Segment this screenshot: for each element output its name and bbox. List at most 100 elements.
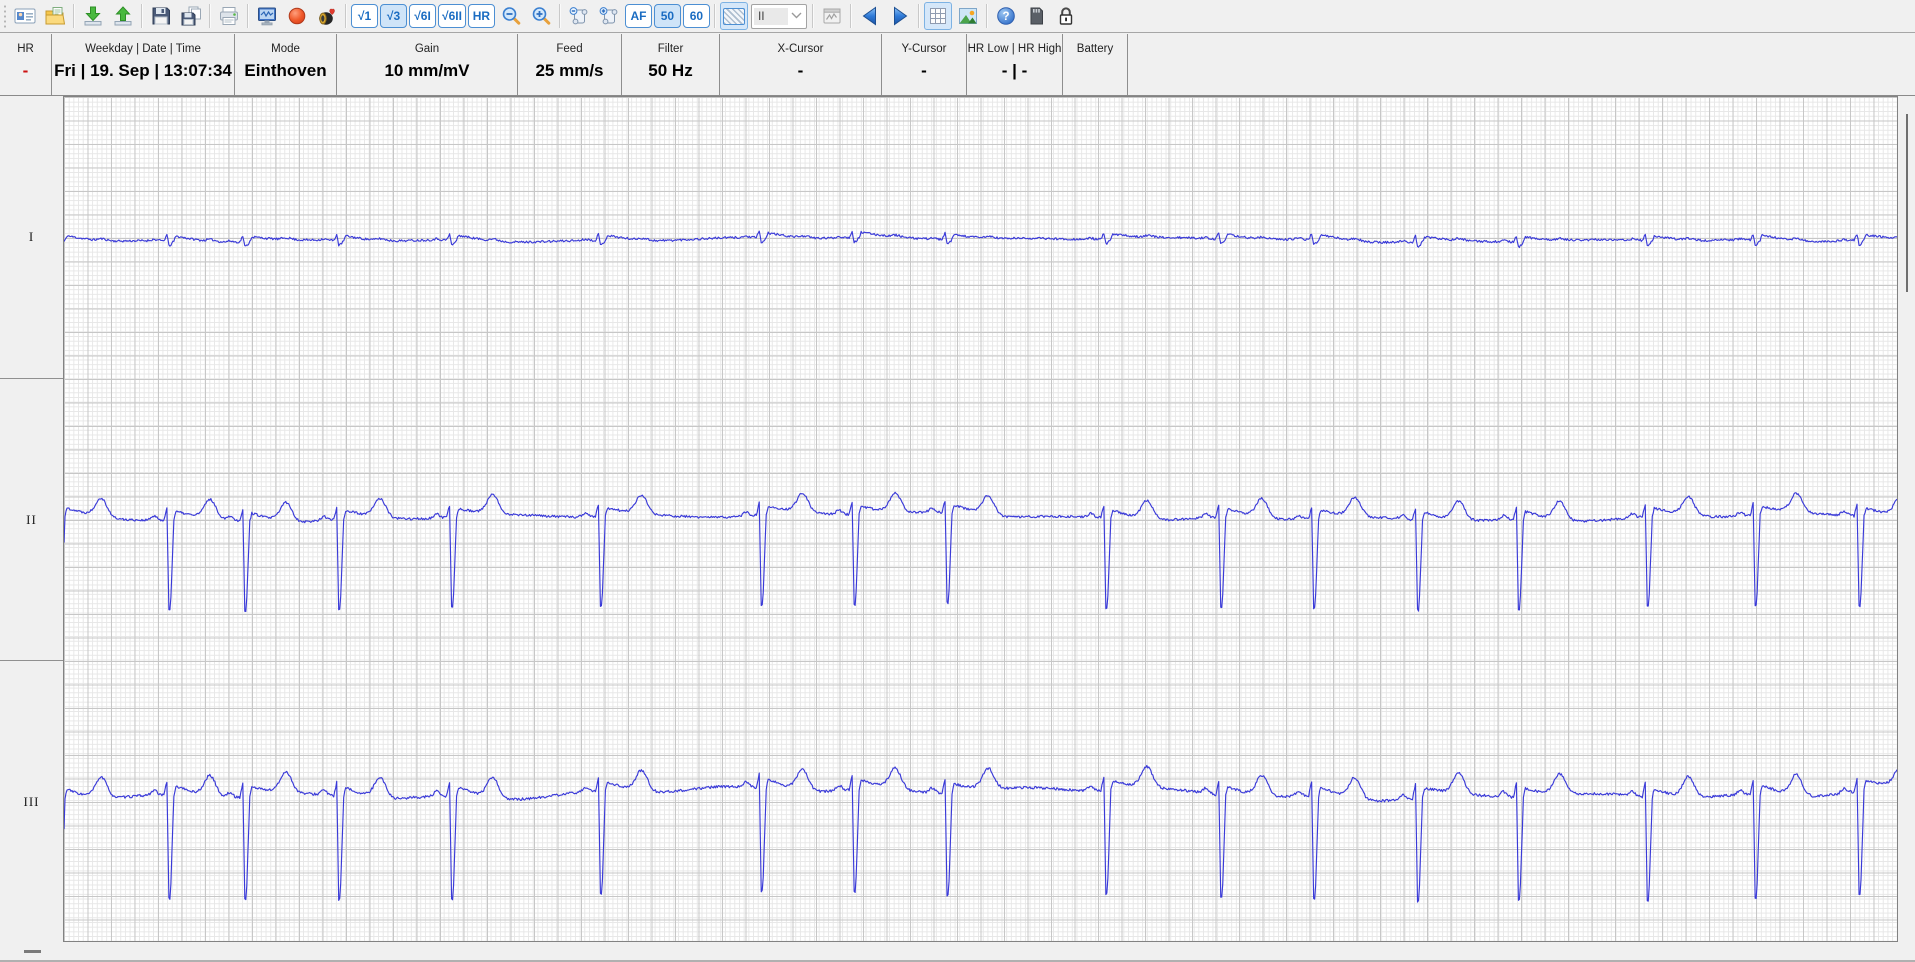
lead-row-2: II [0, 379, 63, 661]
field-feed-label: Feed [556, 43, 583, 55]
lock-button[interactable] [1052, 2, 1080, 30]
ecg-trace-lead-I [64, 230, 1897, 249]
image-icon [957, 5, 979, 27]
field-mode: Mode Einthoven [235, 34, 337, 95]
speaker-heart-icon [316, 5, 338, 27]
lead-label-3: III [23, 794, 40, 809]
field-datetime-value: Fri | 19. Sep | 13:07:34 [54, 61, 232, 80]
field-y-cursor: Y-Cursor - [882, 34, 967, 95]
field-y-cursor-label: Y-Cursor [901, 43, 947, 55]
hatch-pattern-icon [722, 7, 745, 25]
zoom-in-icon [530, 5, 552, 27]
field-hr-limits-label: HR Low | HR High [967, 43, 1062, 55]
record-button[interactable] [283, 2, 311, 30]
lead-view-6b-button[interactable]: √6II [438, 4, 466, 28]
page-forward-button[interactable] [886, 2, 914, 30]
field-y-cursor-value: - [921, 61, 927, 80]
open-file-button[interactable] [41, 2, 69, 30]
ecg-application-window: √1 √3 √6I √6II HR AF 50 60 II ? HR - Wee… [0, 0, 1915, 962]
field-x-cursor: X-Cursor - [720, 34, 882, 95]
field-battery-label: Battery [1076, 43, 1114, 55]
toolbar-separator [917, 4, 920, 28]
field-datetime-label: Weekday | Date | Time [85, 43, 201, 55]
sd-card-button[interactable] [1022, 2, 1050, 30]
monitor-waveform-icon [256, 5, 278, 27]
toolbar-separator [209, 4, 211, 28]
export-arrow-icon [112, 5, 134, 27]
scroll-plus-icon [598, 5, 620, 27]
horizontal-scrollbar[interactable] [0, 943, 1915, 962]
ecg-trace-lead-II [64, 491, 1897, 613]
af-filter-label: AF [630, 9, 647, 23]
field-hr-value: - [22, 61, 29, 80]
status-panel: HR - Weekday | Date | Time Fri | 19. Sep… [0, 34, 1915, 96]
lead-view-3-label: √3 [386, 9, 401, 23]
save-copy-button[interactable] [177, 2, 205, 30]
lead-view-6a-button[interactable]: √6I [409, 4, 436, 28]
toolbar-separator [345, 4, 347, 28]
toolbar-separator [247, 4, 249, 28]
lead-view-1-button[interactable]: √1 [351, 4, 378, 28]
filter-60hz-button[interactable]: 60 [682, 4, 710, 28]
field-filter-label: Filter [657, 43, 684, 55]
lead-view-6b-label: √6II [442, 9, 462, 23]
toolbar-grip[interactable] [3, 4, 7, 28]
scroll-minus-icon [568, 5, 590, 27]
help-icon: ? [995, 5, 1017, 27]
vertical-scrollbar[interactable] [1899, 96, 1915, 942]
filter-60hz-label: 60 [689, 9, 704, 23]
help-button[interactable]: ? [992, 2, 1020, 30]
hr-view-label: HR [472, 9, 491, 23]
display-settings-button[interactable] [253, 2, 281, 30]
field-feed-value: 25 mm/s [535, 61, 604, 80]
forward-arrow-icon [889, 5, 911, 27]
ecg-workspace: I II III [0, 96, 1915, 943]
lock-icon [1055, 5, 1077, 27]
report-window-icon [821, 5, 843, 27]
field-x-cursor-value: - [797, 61, 804, 80]
save-copy-icon [180, 5, 202, 27]
import-button[interactable] [79, 2, 107, 30]
patient-data-button[interactable] [11, 2, 39, 30]
print-button[interactable] [215, 2, 243, 30]
field-hr: HR - [0, 34, 52, 95]
hr-alarm-sound-button[interactable] [313, 2, 341, 30]
chevron-down-icon [788, 11, 806, 22]
feed-decrease-button[interactable] [565, 2, 593, 30]
lead-row-3: III [0, 661, 63, 943]
toolbar-separator [985, 4, 988, 28]
field-hr-limits: HR Low | HR High - | - [967, 34, 1063, 95]
field-hr-label: HR [17, 43, 34, 55]
toolbar-separator [713, 4, 716, 28]
lead-label-1: I [28, 229, 35, 244]
grid-icon [927, 5, 949, 27]
grid-toggle-button[interactable] [923, 2, 952, 30]
hr-view-button[interactable]: HR [467, 4, 495, 28]
page-back-button[interactable] [856, 2, 884, 30]
field-battery: Battery [1063, 34, 1128, 95]
filter-50hz-button[interactable]: 50 [653, 4, 681, 28]
export-button[interactable] [109, 2, 137, 30]
zoom-in-button[interactable] [527, 2, 555, 30]
field-x-cursor-label: X-Cursor [777, 43, 824, 55]
zoom-out-button[interactable] [497, 2, 525, 30]
report-window-button[interactable] [818, 2, 846, 30]
lead-selector-dropdown[interactable]: II [750, 3, 807, 29]
vertical-scrollbar-thumb[interactable] [1906, 114, 1908, 292]
ecg-paper-grid[interactable] [63, 96, 1898, 942]
field-hr-limits-value: - | - [1001, 61, 1028, 80]
shade-pattern-button[interactable] [719, 2, 748, 30]
save-button[interactable] [147, 2, 175, 30]
horizontal-scrollbar-thumb[interactable] [24, 950, 41, 953]
printer-icon [218, 5, 240, 27]
lead-selector-value: II [753, 7, 788, 25]
main-toolbar: √1 √3 √6I √6II HR AF 50 60 II ? [0, 0, 1915, 33]
patient-card-icon [14, 5, 36, 27]
zoom-out-icon [500, 5, 522, 27]
ecg-trace-lead-III [64, 764, 1897, 903]
toolbar-separator [811, 4, 814, 28]
af-filter-button[interactable]: AF [624, 4, 652, 28]
feed-increase-button[interactable] [595, 2, 623, 30]
export-image-button[interactable] [954, 2, 982, 30]
lead-view-3-button[interactable]: √3 [380, 4, 407, 28]
